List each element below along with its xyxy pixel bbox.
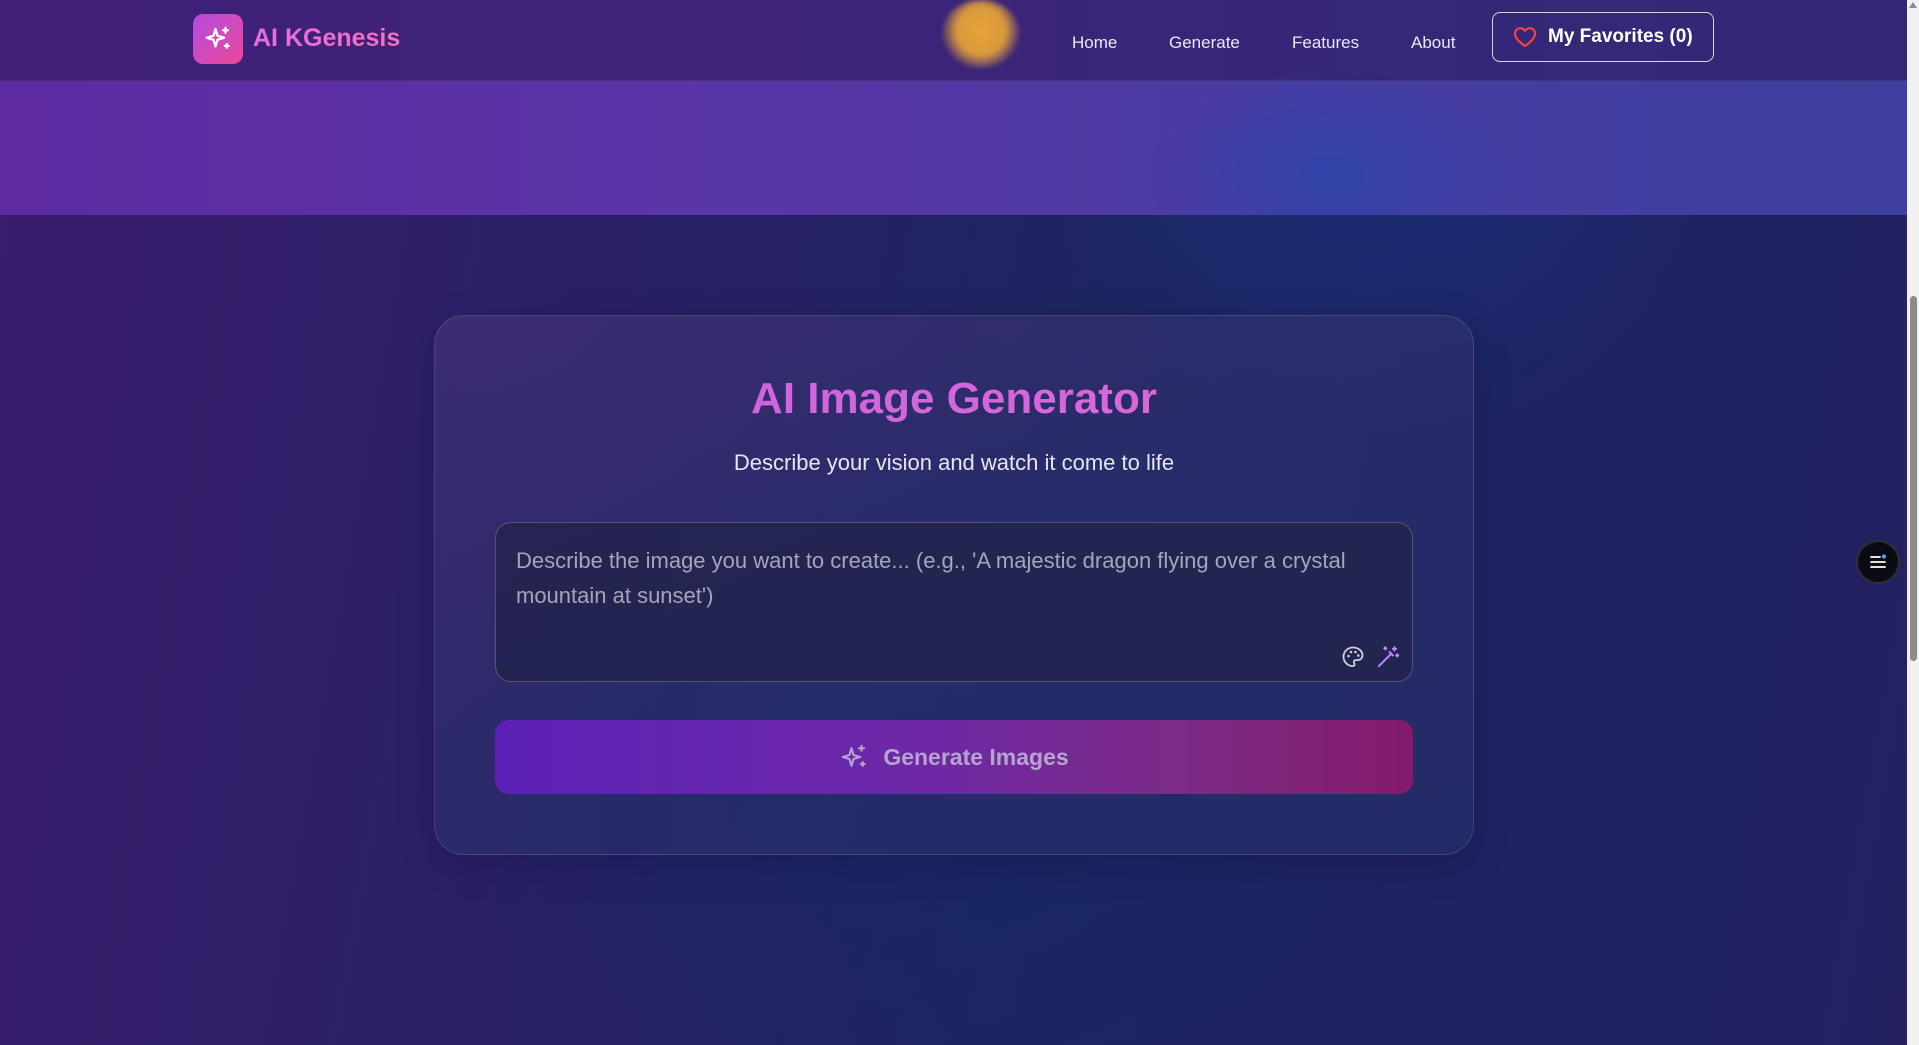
favorites-label: My Favorites (0) <box>1548 26 1693 47</box>
logo[interactable] <box>193 14 243 64</box>
generate-images-button[interactable]: Generate Images <box>495 720 1413 794</box>
navbar: AI KGenesis Home Generate Features About… <box>0 0 1907 81</box>
menu-icon <box>1867 551 1889 573</box>
generator-card: AI Image Generator Describe your vision … <box>434 315 1474 855</box>
scrollbar-thumb[interactable] <box>1910 296 1917 661</box>
floating-menu-button[interactable] <box>1856 540 1900 584</box>
heart-icon <box>1513 26 1537 48</box>
nav-link-generate[interactable]: Generate <box>1169 33 1240 53</box>
brand-name[interactable]: AI KGenesis <box>253 24 400 53</box>
nav-link-about[interactable]: About <box>1411 33 1455 53</box>
nav-link-features[interactable]: Features <box>1292 33 1359 53</box>
sparkles-icon <box>203 24 233 54</box>
scroll-up-arrow-icon[interactable] <box>1909 2 1917 8</box>
favorites-button[interactable]: My Favorites (0) <box>1492 12 1714 62</box>
nav-link-home[interactable]: Home <box>1072 33 1117 53</box>
decorative-orb <box>942 0 1020 68</box>
generator-title: AI Image Generator <box>435 374 1473 424</box>
generator-subtitle: Describe your vision and watch it come t… <box>733 450 1175 475</box>
prompt-box <box>495 522 1413 682</box>
palette-icon[interactable] <box>1340 644 1366 670</box>
generate-images-label: Generate Images <box>883 743 1069 770</box>
magic-wand-icon[interactable] <box>1375 644 1401 670</box>
prompt-input[interactable] <box>496 523 1412 681</box>
sparkles-icon <box>839 742 869 772</box>
